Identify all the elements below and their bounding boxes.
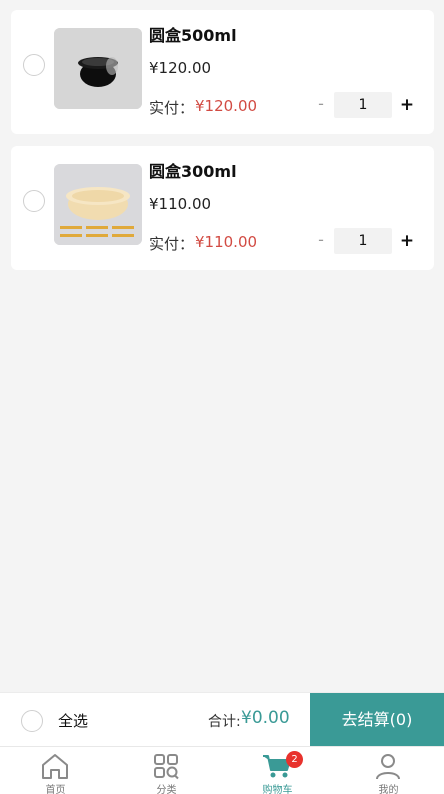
select-all-radio[interactable]	[21, 710, 43, 732]
tab-cart-label: 购物车	[262, 785, 293, 794]
total-amount: ¥0.00	[241, 708, 290, 728]
tab-profile[interactable]: 我的	[333, 747, 444, 794]
user-icon	[376, 754, 400, 780]
tab-cart[interactable]: 2 购物车	[222, 747, 333, 794]
increase-quantity-button[interactable]: +	[399, 92, 415, 118]
tab-home-label: 首页	[45, 785, 66, 794]
product-image[interactable]	[54, 28, 142, 109]
select-item-radio[interactable]	[23, 54, 45, 76]
tab-home[interactable]: 首页	[0, 747, 111, 794]
checkout-button[interactable]: 去结算(0)	[310, 693, 444, 747]
product-image[interactable]	[54, 164, 142, 245]
bottom-tab-bar: 首页 分类 2 购物车 我的	[0, 746, 444, 794]
quantity-input[interactable]: 1	[334, 228, 392, 254]
cart-list: 圆盒500ml ¥120.00 实付： ¥120.00 - 1 + 圆盒300m…	[11, 10, 434, 282]
paid-label: 实付：	[149, 99, 195, 117]
tab-category-label: 分类	[156, 785, 177, 794]
paid-label: 实付：	[149, 235, 195, 253]
cart-item: 圆盒300ml ¥110.00 实付： ¥110.00 - 1 +	[11, 146, 434, 270]
decrease-quantity-button[interactable]: -	[314, 230, 328, 250]
quantity-input[interactable]: 1	[334, 92, 392, 118]
tab-profile-label: 我的	[378, 785, 399, 794]
select-all-label[interactable]: 全选	[58, 710, 88, 731]
round-container-spec-image	[54, 164, 142, 245]
product-name[interactable]: 圆盒500ml	[149, 22, 237, 46]
product-price: ¥120.00	[149, 59, 212, 77]
black-round-container-image	[54, 28, 142, 109]
product-price: ¥110.00	[149, 195, 212, 213]
paid-amount: ¥110.00	[195, 233, 258, 251]
cart-item: 圆盒500ml ¥120.00 实付： ¥120.00 - 1 +	[11, 10, 434, 134]
decrease-quantity-button[interactable]: -	[314, 94, 328, 114]
paid-amount: ¥120.00	[195, 97, 258, 115]
category-icon	[154, 754, 179, 780]
tab-category[interactable]: 分类	[111, 747, 222, 794]
home-icon	[42, 754, 68, 779]
cart-count-badge: 2	[286, 751, 303, 768]
increase-quantity-button[interactable]: +	[399, 228, 415, 254]
select-item-radio[interactable]	[23, 190, 45, 212]
total-label: 合计:	[208, 714, 241, 730]
checkout-bar: 全选 合计: ¥0.00 去结算(0)	[0, 692, 444, 747]
product-name[interactable]: 圆盒300ml	[149, 158, 237, 182]
